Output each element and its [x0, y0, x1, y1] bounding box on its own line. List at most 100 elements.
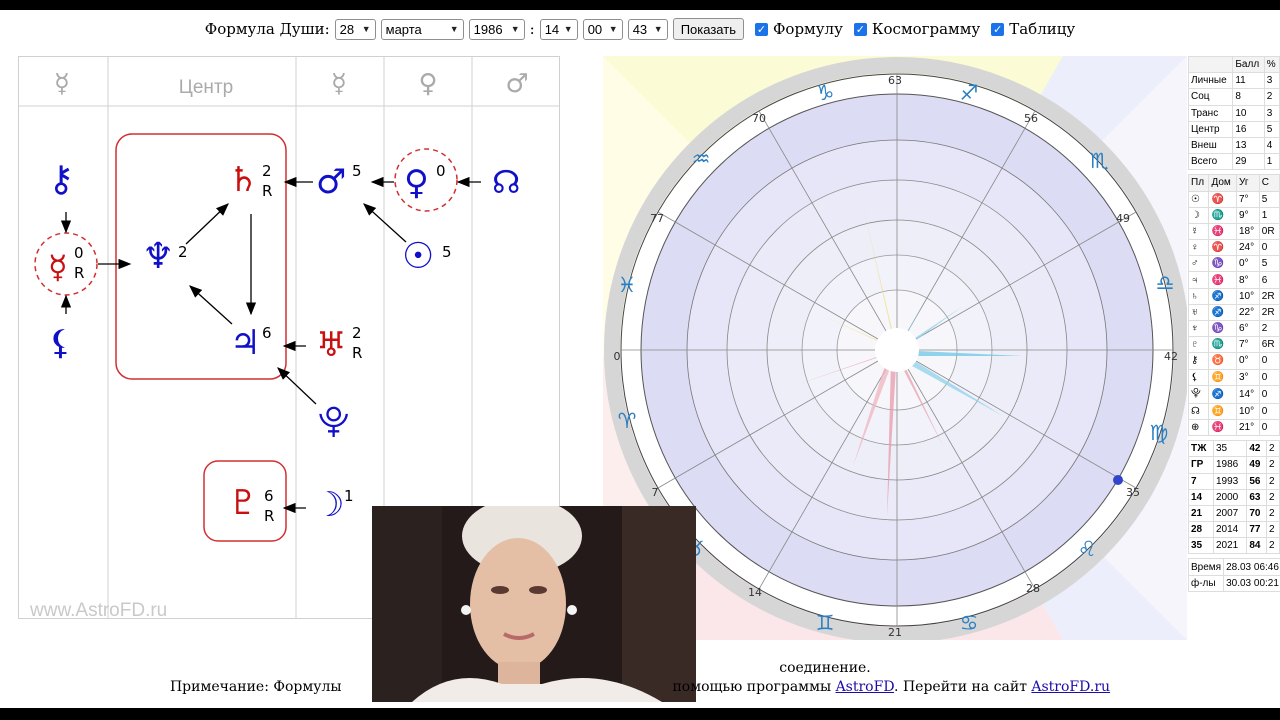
- pluto-strength: 6: [264, 487, 274, 505]
- table-cell: 30.03 00:21: [1223, 574, 1280, 592]
- table-cell: 2021: [1212, 537, 1248, 555]
- chevron-down-icon: ▼: [653, 24, 663, 34]
- table-cell: ♈: [1208, 190, 1237, 208]
- sign-leo: ♌: [1078, 537, 1097, 561]
- table-cell: Внеш: [1187, 136, 1234, 155]
- table-row: ⯓ ♐ 14° 0: [1187, 384, 1280, 404]
- minute-select[interactable]: 00 ▼: [582, 18, 623, 40]
- footer-line-1: соединение.: [0, 660, 1280, 676]
- proserpina-glyph: ⯓: [318, 402, 349, 440]
- table-cell: 0: [1258, 368, 1280, 386]
- footer-text: . Перейти на сайт: [894, 679, 1027, 695]
- table-cell: ♊: [1208, 402, 1237, 420]
- table-cell: 7: [1188, 472, 1214, 490]
- table-row: ☽ ♏ 9° 1: [1187, 206, 1280, 224]
- jupiter-glyph: ♃: [230, 323, 260, 363]
- chevron-down-icon: ▼: [608, 24, 618, 34]
- second-select[interactable]: 43 ▼: [627, 18, 668, 40]
- footer-text: соединение.: [779, 660, 871, 676]
- table-cell: 0: [1258, 239, 1280, 257]
- table-cell: 0: [1258, 402, 1280, 420]
- footer-text: Примечание: Формулы: [169, 679, 342, 695]
- table-cell: 2: [1266, 488, 1280, 506]
- table-checkbox[interactable]: ✓: [991, 22, 1005, 36]
- cosmogram-checkbox[interactable]: ✓: [853, 22, 867, 36]
- table-row: ♂ ♑ 0° 5: [1187, 255, 1280, 273]
- table-cell: 3: [1263, 72, 1280, 90]
- table-cell: 6°: [1236, 319, 1260, 338]
- chevron-down-icon: ▼: [563, 24, 573, 34]
- table-cell: 18°: [1236, 222, 1260, 241]
- show-button[interactable]: Показать: [672, 18, 744, 40]
- table-row: ♇ ♏ 7° 6R: [1187, 336, 1280, 354]
- table-cell: Соц: [1187, 88, 1234, 106]
- month-select[interactable]: марта ▼: [380, 18, 464, 40]
- venus-strength: 0: [436, 162, 446, 180]
- pluto-glyph: ♇: [228, 483, 258, 523]
- table-cell: 2: [1266, 504, 1280, 523]
- sign-virgo: ♍: [1150, 421, 1169, 445]
- table-cell: 1: [1258, 206, 1280, 224]
- degree-label: 14: [748, 586, 762, 599]
- table-cell: ⚸: [1187, 368, 1210, 386]
- astrofd-link[interactable]: AstroFD: [836, 679, 894, 695]
- table-header-row: Пл Дом Уг С: [1187, 174, 1280, 192]
- watermark: www.AstroFD.ru: [30, 600, 168, 621]
- saturn-retro: R: [262, 182, 272, 200]
- saturn-glyph: ♄: [228, 160, 258, 200]
- table-header-row: Балл%: [1187, 55, 1280, 74]
- table-cell: Время: [1187, 558, 1225, 576]
- astrofd-site-link[interactable]: AstroFD.ru: [1031, 679, 1110, 695]
- venus-glyph: ♀: [404, 163, 429, 203]
- header-center: Центр: [179, 77, 233, 98]
- degree-label: 7: [652, 486, 659, 499]
- table-cell: 4: [1263, 136, 1280, 155]
- sign-sagittarius: ♐: [960, 81, 979, 105]
- degree-label: 28: [1026, 582, 1040, 595]
- table-row: ♃ ♓ 8° 6: [1187, 271, 1280, 289]
- table-cell: ⊕: [1187, 418, 1210, 437]
- day-select[interactable]: 28 ▼: [334, 18, 376, 40]
- table-row: ♆ ♑ 6° 2: [1187, 319, 1280, 338]
- table-cell: ♓: [1208, 418, 1237, 437]
- hour-select[interactable]: 14 ▼: [539, 18, 578, 40]
- header-venus: ♀: [418, 69, 437, 99]
- year-select[interactable]: 1986 ▼: [468, 18, 525, 40]
- formula-checkbox[interactable]: ✓: [754, 22, 768, 36]
- neptune-glyph: ♆: [142, 236, 174, 277]
- neptune-strength: 2: [178, 243, 188, 261]
- degree-label: 0: [614, 350, 621, 363]
- saturn-strength: 2: [262, 162, 272, 180]
- table-row: Время 28.03 06:46: [1187, 558, 1280, 576]
- lilith-glyph: ⚸: [48, 323, 73, 363]
- table-row: ⚷ ♉ 0° 0: [1187, 352, 1280, 370]
- planets-table: Пл Дом Уг С ☉ ♈ 7° 5 ☽ ♏ 9° 1 ☿ ♓ 18° 0R ♀ ♈ 24° 0 ♂ ♑ 0° 5 ♃ ♓ 8…: [1187, 174, 1280, 437]
- table-cell: ГР: [1188, 456, 1214, 474]
- pluto-retro: R: [264, 507, 274, 525]
- table-cell: ♑: [1208, 319, 1237, 338]
- moon-glyph: ☽: [314, 485, 344, 525]
- summary-table: Балл% Личные 11 3 Соц 8 2 Транс 10 3 Центр 16 5 Внеш…: [1187, 55, 1280, 171]
- table-cell: ♈: [1208, 239, 1237, 257]
- table-row: ☉ ♈ 7° 5: [1187, 190, 1280, 208]
- table-row: 35 2021 84 2: [1188, 537, 1280, 555]
- arrow: [363, 203, 407, 243]
- uranus-glyph: ♅: [316, 325, 346, 365]
- table-cell: 6: [1258, 271, 1280, 289]
- mars-glyph: ♂: [316, 162, 346, 202]
- table-cell: ТЖ: [1188, 440, 1214, 458]
- degree-label: 63: [888, 74, 902, 87]
- table-cell: 24°: [1236, 239, 1260, 257]
- table-cell: 2: [1258, 319, 1280, 338]
- table-cell: 10: [1232, 104, 1265, 122]
- table-row: 28 2014 77 2: [1188, 521, 1280, 539]
- uranus-strength: 2: [352, 324, 362, 342]
- sign-aries: ♈: [618, 409, 637, 433]
- sign-pisces: ♓: [618, 273, 637, 297]
- table-cell: 8°: [1236, 271, 1260, 289]
- table-cell: 29: [1232, 153, 1265, 171]
- formula-checkbox-label: Формулу: [772, 20, 843, 38]
- mercury-retro: R: [74, 264, 84, 282]
- table-cell: 2014: [1212, 521, 1248, 539]
- table-cell: 35: [1188, 537, 1214, 555]
